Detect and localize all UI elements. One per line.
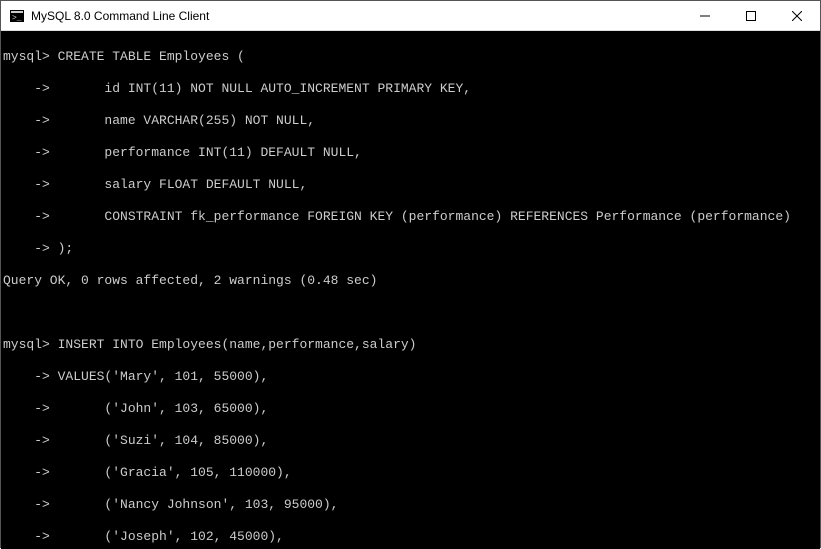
cont-prompt: -> <box>3 401 50 416</box>
sql-text: salary FLOAT DEFAULT NULL, <box>50 177 307 192</box>
close-button[interactable] <box>774 1 820 30</box>
sql-text: VALUES('Mary', 101, 55000), <box>50 369 268 384</box>
window-title: MySQL 8.0 Command Line Client <box>31 9 682 23</box>
sql-text: name VARCHAR(255) NOT NULL, <box>50 113 315 128</box>
sql-text: ('John', 103, 65000), <box>50 401 268 416</box>
window-controls <box>682 1 820 30</box>
sql-text: ('Joseph', 102, 45000), <box>50 529 284 544</box>
sql-text: INSERT INTO Employees(name,performance,s… <box>50 337 417 352</box>
sql-text: ('Nancy Johnson', 103, 95000), <box>50 497 339 512</box>
cont-prompt: -> <box>3 177 50 192</box>
cont-prompt: -> <box>3 433 50 448</box>
sql-text: ('Suzi', 104, 85000), <box>50 433 268 448</box>
cont-prompt: -> <box>3 209 50 224</box>
cont-prompt: -> <box>3 497 50 512</box>
mysql-prompt: mysql> <box>3 337 50 352</box>
svg-text:>_: >_ <box>12 14 22 22</box>
sql-text: id INT(11) NOT NULL AUTO_INCREMENT PRIMA… <box>50 81 471 96</box>
window-titlebar: >_ MySQL 8.0 Command Line Client <box>1 1 820 31</box>
sql-text: CONSTRAINT fk_performance FOREIGN KEY (p… <box>50 209 791 224</box>
query-result: Query OK, 0 rows affected, 2 warnings (0… <box>3 273 820 289</box>
cont-prompt: -> <box>3 529 50 544</box>
cont-prompt: -> <box>3 145 50 160</box>
cont-prompt: -> <box>3 369 50 384</box>
sql-text: performance INT(11) DEFAULT NULL, <box>50 145 362 160</box>
sql-text: ); <box>50 241 73 256</box>
cont-prompt: -> <box>3 113 50 128</box>
cont-prompt: -> <box>3 465 50 480</box>
cont-prompt: -> <box>3 81 50 96</box>
minimize-button[interactable] <box>682 1 728 30</box>
sql-text: ('Gracia', 105, 110000), <box>50 465 292 480</box>
sql-text: CREATE TABLE Employees ( <box>50 49 245 64</box>
terminal-output[interactable]: mysql> CREATE TABLE Employees ( -> id IN… <box>1 31 820 549</box>
mysql-prompt: mysql> <box>3 49 50 64</box>
app-icon: >_ <box>9 8 25 24</box>
cont-prompt: -> <box>3 241 50 256</box>
maximize-button[interactable] <box>728 1 774 30</box>
blank-line <box>3 305 820 321</box>
